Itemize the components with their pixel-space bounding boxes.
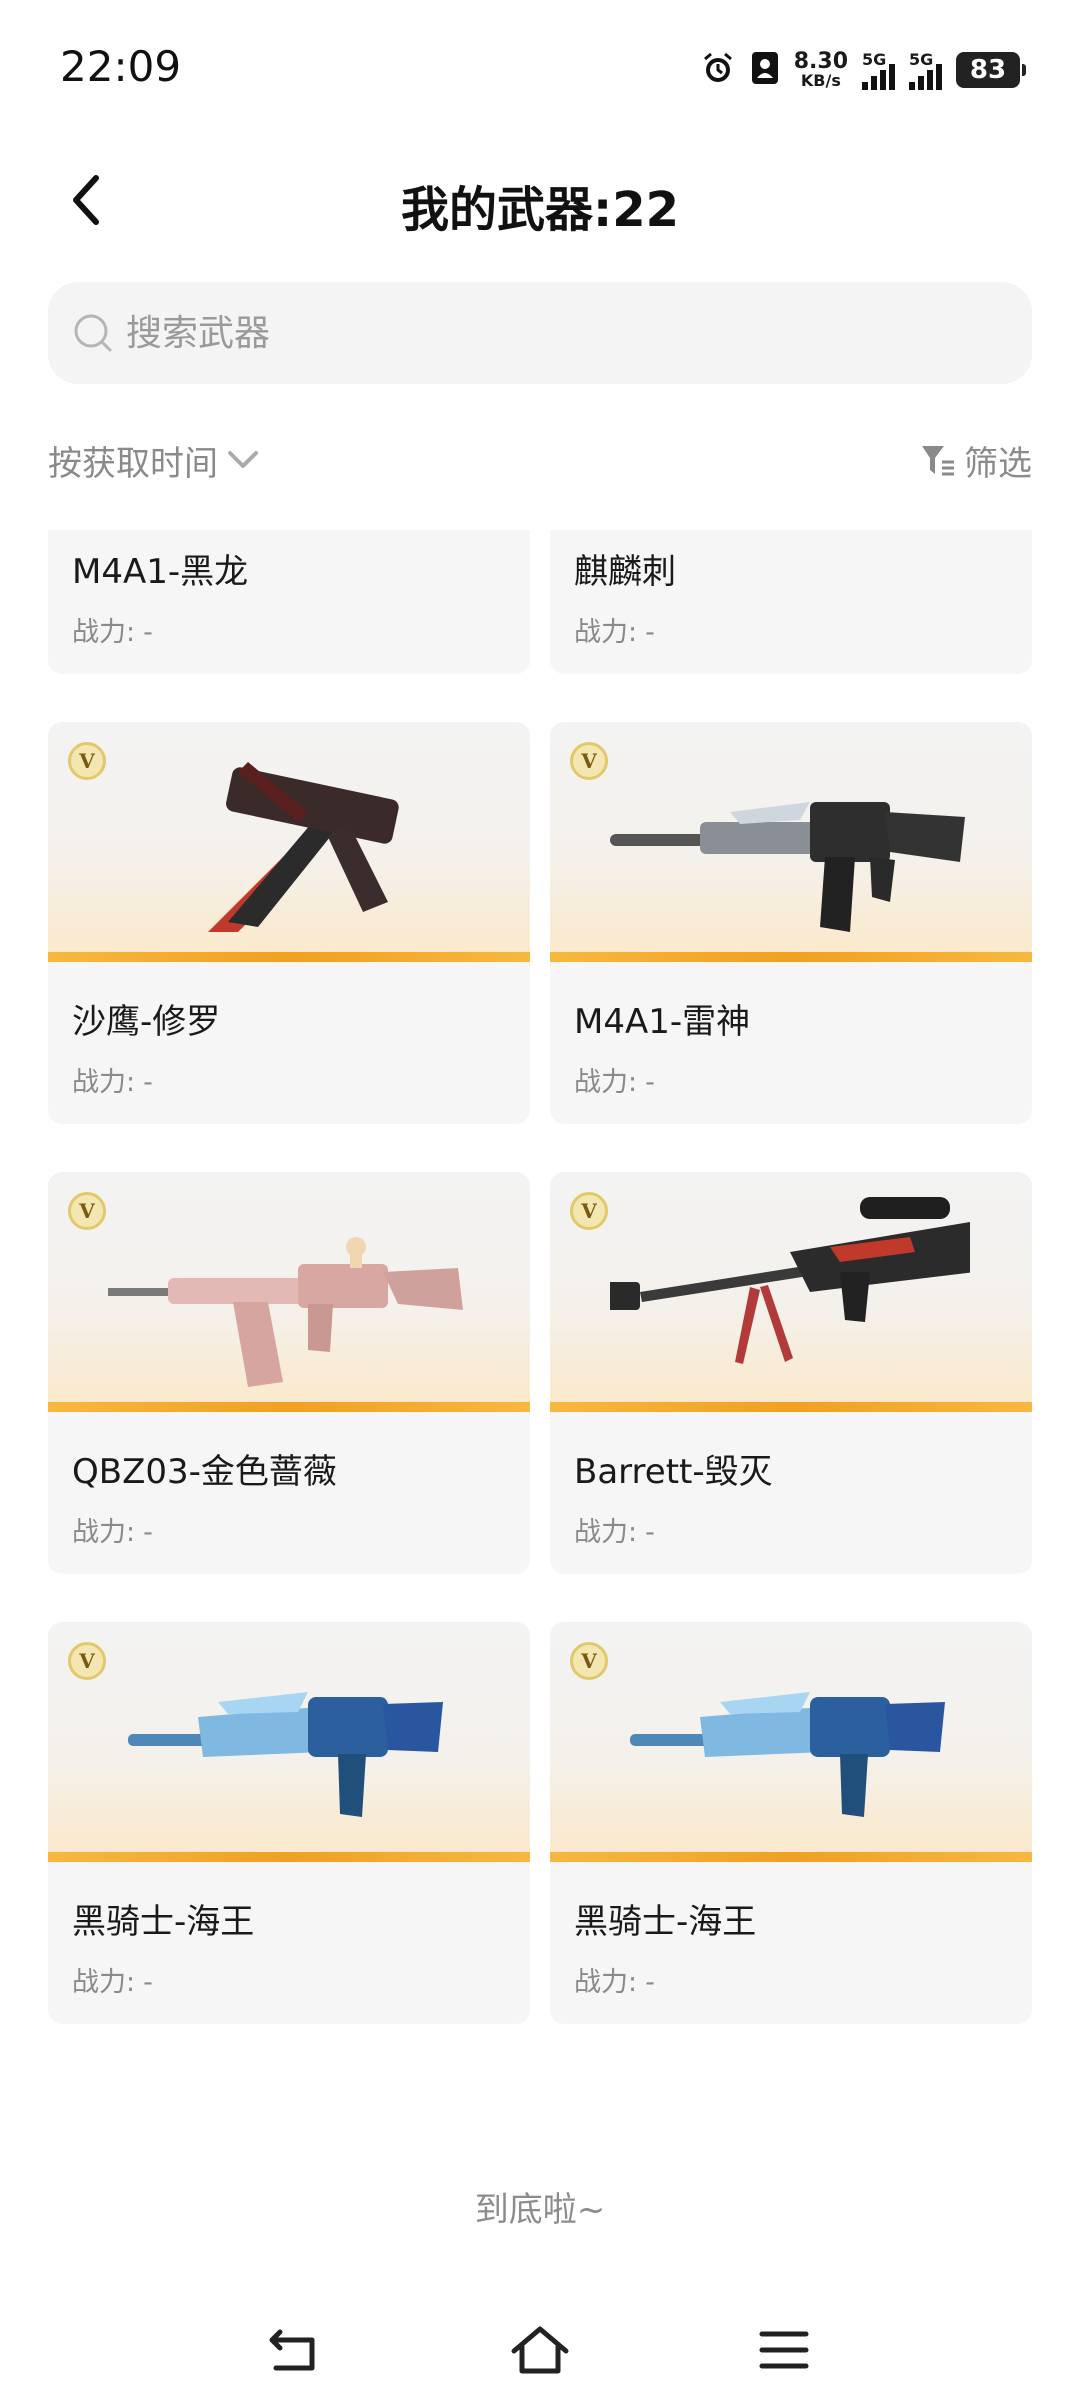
weapon-card[interactable]: V M4A1-雷神 战力: -: [550, 722, 1032, 1124]
weapon-list: M4A1-黑龙 战力: - 麒麟刺 战力: - V 沙鹰-修罗 战力: - V …: [48, 530, 1032, 2024]
weapon-rifle-image: [108, 1237, 463, 1387]
weapon-name: M4A1-雷神: [574, 1002, 751, 1042]
weapon-name: M4A1-黑龙: [72, 552, 249, 592]
weapon-name: 黑骑士-海王: [574, 1902, 757, 1942]
chevron-down-icon: [228, 451, 258, 468]
filter-icon: [922, 446, 954, 476]
weapon-card[interactable]: V Barrett-毁灭 战力: -: [550, 1172, 1032, 1574]
weapon-image-area: V: [550, 722, 1032, 962]
page-title: 我的武器:22: [401, 182, 679, 238]
vip-badge-icon: V: [68, 742, 106, 780]
weapon-image-area: V: [550, 1172, 1032, 1412]
home-icon: [511, 2326, 569, 2374]
weapon-name: 黑骑士-海王: [72, 1902, 255, 1942]
contact-card-icon: [750, 50, 780, 90]
weapon-card[interactable]: V 黑骑士-海王 战力: -: [550, 1622, 1032, 2024]
nav-back-button[interactable]: [264, 2318, 328, 2382]
vip-badge-icon: V: [570, 1192, 608, 1230]
weapon-card[interactable]: 麒麟刺 战力: -: [550, 530, 1032, 674]
weapon-card[interactable]: V 沙鹰-修罗 战力: -: [48, 722, 530, 1124]
weapon-power: 战力: -: [574, 1517, 655, 1548]
network-speed: 8.30 KB/s: [793, 49, 848, 90]
system-nav-bar: [0, 2300, 1080, 2400]
weapon-rifle-image: [610, 802, 965, 932]
weapon-image-area: V: [48, 1172, 530, 1412]
nav-menu-button[interactable]: [752, 2318, 816, 2382]
weapon-rifle-image: [630, 1692, 945, 1817]
status-bar: 22:09 8.30 KB/s 5G 5G 83: [0, 0, 1080, 140]
weapon-card[interactable]: V QBZ03-金色蔷薇 战力: -: [48, 1172, 530, 1574]
nav-home-button[interactable]: [508, 2318, 572, 2382]
status-time: 22:09: [60, 42, 182, 91]
weapon-image-area: V: [48, 1622, 530, 1862]
weapon-image-area: V: [48, 722, 530, 962]
filter-button[interactable]: 筛选: [920, 436, 1032, 485]
alarm-icon: [700, 50, 736, 90]
weapon-rifle-image: [128, 1692, 443, 1817]
vip-badge-icon: V: [570, 742, 608, 780]
page-header: 我的武器:22: [0, 140, 1080, 260]
sort-label: 按获取时间: [48, 443, 218, 484]
filter-label: 筛选: [964, 443, 1032, 484]
vip-badge-icon: V: [68, 1192, 106, 1230]
weapon-name: Barrett-毁灭: [574, 1452, 773, 1492]
weapon-name: 沙鹰-修罗: [72, 1002, 221, 1042]
search-bar[interactable]: [48, 282, 1032, 384]
end-of-list-text: 到底啦~: [474, 2190, 606, 2230]
weapon-power: 战力: -: [574, 1967, 655, 1998]
weapon-grid: M4A1-黑龙 战力: - 麒麟刺 战力: - V 沙鹰-修罗 战力: - V …: [48, 530, 1032, 2110]
search-input[interactable]: [126, 312, 986, 354]
vip-badge-icon: V: [570, 1642, 608, 1680]
vip-badge-icon: V: [68, 1642, 106, 1680]
weapon-power: 战力: -: [72, 1067, 153, 1098]
weapon-image-area: V: [550, 1622, 1032, 1862]
back-arrow-icon: [269, 2329, 315, 2371]
weapon-sniper-image: [610, 1197, 970, 1364]
signal-sim2-icon: 5G: [909, 50, 942, 90]
weapon-power: 战力: -: [72, 617, 153, 648]
sort-filter-bar: 按获取时间 筛选: [48, 430, 1032, 490]
weapon-card[interactable]: V 黑骑士-海王 战力: -: [48, 1622, 530, 2024]
weapon-power: 战力: -: [72, 1517, 153, 1548]
weapon-power: 战力: -: [574, 617, 655, 648]
menu-icon: [759, 2331, 809, 2369]
weapon-name: 麒麟刺: [574, 552, 676, 592]
weapon-pistol-image: [208, 762, 399, 932]
sort-dropdown[interactable]: 按获取时间: [48, 436, 260, 485]
battery-icon: 83: [956, 52, 1026, 88]
weapon-card[interactable]: M4A1-黑龙 战力: -: [48, 530, 530, 674]
status-icons: 8.30 KB/s 5G 5G 83: [700, 44, 1026, 96]
signal-sim1-icon: 5G: [862, 50, 895, 90]
weapon-name: QBZ03-金色蔷薇: [72, 1452, 337, 1492]
weapon-power: 战力: -: [574, 1067, 655, 1098]
search-icon: [74, 314, 112, 352]
weapon-power: 战力: -: [72, 1967, 153, 1998]
